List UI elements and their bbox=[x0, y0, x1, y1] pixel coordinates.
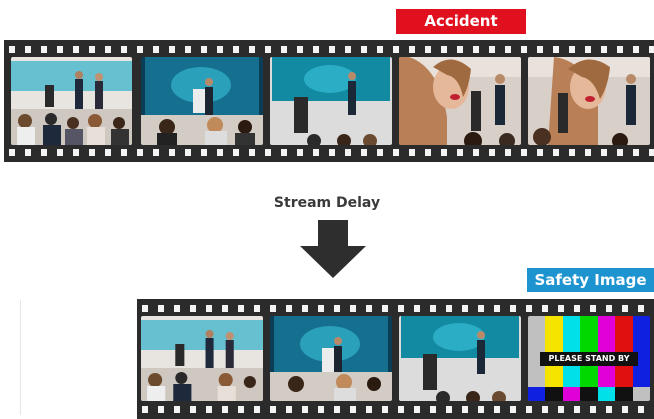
test-card-bottom-bar bbox=[597, 387, 616, 401]
frame-conference-podium bbox=[141, 57, 263, 145]
sprocket-holes-bottom bbox=[137, 406, 654, 413]
test-card-bottom-bar bbox=[562, 387, 581, 401]
frame-conference-speakers bbox=[141, 316, 263, 401]
please-stand-by-text: PLEASE STAND BY bbox=[540, 352, 638, 366]
delayed-film-strip: PLEASE STAND BY bbox=[137, 299, 654, 419]
frame-safety-test-card: PLEASE STAND BY bbox=[528, 316, 650, 401]
test-card-bottom-bar bbox=[545, 387, 563, 401]
frame-conference-podium bbox=[270, 316, 392, 401]
accident-tag: Accident bbox=[396, 9, 526, 34]
sprocket-holes-top bbox=[4, 46, 654, 53]
frame-conference-screen bbox=[399, 316, 521, 401]
frame-accident-close-up bbox=[399, 57, 521, 145]
test-card-bottom-bar bbox=[615, 387, 633, 401]
sprocket-holes-bottom bbox=[4, 149, 654, 156]
down-arrow-icon bbox=[300, 220, 366, 278]
sprocket-holes-top bbox=[137, 305, 654, 312]
frame-accident-close-up-2 bbox=[528, 57, 650, 145]
frame-conference-speakers bbox=[11, 57, 132, 145]
test-card-bottom-bar bbox=[632, 387, 650, 401]
test-card-bottom-bars bbox=[528, 387, 650, 401]
safety-image-tag: Safety Image bbox=[527, 268, 654, 292]
live-film-strip bbox=[4, 40, 654, 162]
test-card-bottom-bar bbox=[528, 387, 546, 401]
divider bbox=[20, 300, 21, 415]
test-card-bottom-bar bbox=[580, 387, 598, 401]
frame-conference-screen bbox=[270, 57, 392, 145]
stream-delay-label: Stream Delay bbox=[273, 195, 381, 211]
